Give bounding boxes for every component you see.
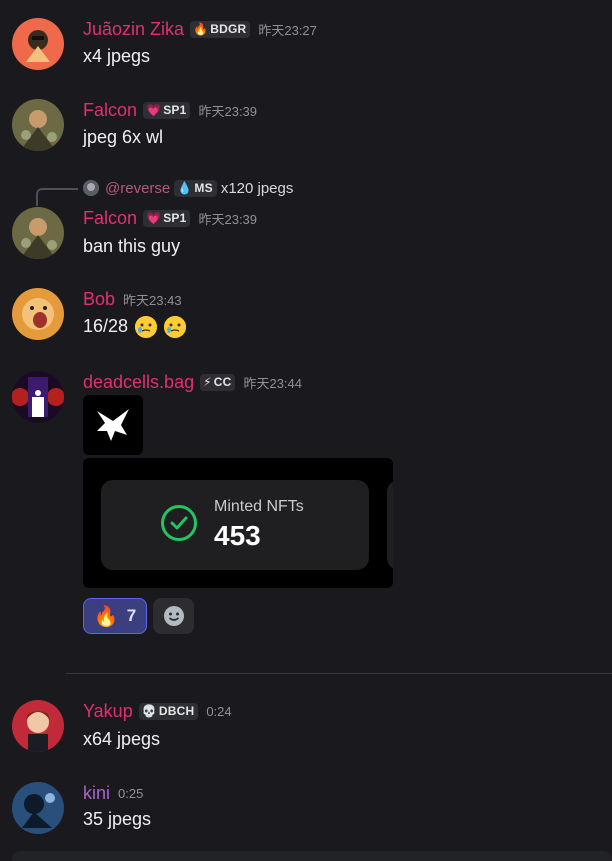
message-divider — [66, 673, 612, 674]
server-tag[interactable]: 💧 MS — [174, 179, 217, 197]
reply-username[interactable]: @reverse — [105, 180, 170, 197]
crying-face-emoji — [164, 316, 187, 339]
reply-text: x120 jpegs — [220, 179, 294, 197]
user-avatar[interactable] — [12, 782, 64, 834]
user-avatar[interactable] — [12, 18, 64, 70]
user-avatar[interactable] — [12, 99, 64, 151]
username[interactable]: Yakup — [83, 701, 133, 722]
username[interactable]: Juãozin Zika — [83, 19, 184, 40]
tag-icon: 💗 — [146, 211, 162, 225]
stat-card: Minted NFTs 453 — [101, 480, 369, 570]
message-text: jpeg 6x wl — [83, 127, 164, 147]
add-reaction-icon — [163, 606, 184, 626]
message-input-edge[interactable] — [12, 851, 612, 861]
username[interactable]: Falcon — [83, 208, 137, 229]
server-tag[interactable]: 💗 SP1 — [143, 101, 191, 119]
server-tag[interactable]: 💗 SP1 — [143, 209, 191, 227]
tag-icon: 💧 — [177, 181, 193, 195]
reply-connector — [36, 188, 78, 206]
tag-label: MS — [194, 181, 213, 195]
user-avatar[interactable] — [12, 371, 64, 423]
tag-label: SP1 — [163, 103, 187, 117]
user-avatar[interactable] — [12, 207, 64, 259]
username[interactable]: kini — [83, 783, 110, 804]
timestamp: 昨天23:39 — [198, 211, 258, 227]
stat-value: 453 — [214, 520, 261, 551]
user-avatar[interactable] — [12, 288, 64, 340]
user-avatar[interactable] — [12, 700, 64, 752]
reply-avatar — [83, 180, 99, 196]
message-text: 16/28 — [83, 316, 187, 339]
username[interactable]: Bob — [83, 289, 115, 310]
stat-card-partial — [387, 480, 393, 570]
reply-preview[interactable]: @reverse 💧 MS x120 jpegs — [83, 178, 293, 198]
timestamp: 0:25 — [118, 785, 144, 801]
timestamp: 0:24 — [206, 703, 232, 719]
server-tag[interactable]: 🔥 BDGR — [190, 20, 251, 38]
message-text: 35 jpegs — [83, 809, 152, 829]
reaction-count: 7 — [126, 606, 137, 625]
eagle-logo-image[interactable] — [83, 395, 143, 455]
timestamp: 昨天23:44 — [243, 375, 303, 391]
minted-nfts-image[interactable]: Minted NFTs 453 — [83, 458, 393, 588]
username[interactable]: Falcon — [83, 100, 137, 121]
eagle-icon — [97, 409, 129, 441]
tag-label: SP1 — [163, 211, 187, 225]
stat-label: Minted NFTs — [214, 498, 304, 515]
message-text: ban this guy — [83, 236, 181, 256]
tag-icon: 🔥 — [193, 22, 209, 36]
fire-icon: 🔥 — [93, 605, 119, 628]
tag-icon: 💀 — [141, 704, 157, 718]
server-tag[interactable]: 💀 DBCH — [138, 702, 199, 720]
tag-label: BDGR — [210, 22, 247, 36]
timestamp: 昨天23:27 — [258, 22, 317, 38]
timestamp: 昨天23:43 — [123, 292, 182, 308]
message-text: x4 jpegs — [83, 46, 151, 66]
add-reaction-button[interactable] — [153, 598, 194, 634]
tag-label: DBCH — [158, 704, 195, 718]
message-text: x64 jpegs — [83, 729, 161, 749]
fire-reaction-button[interactable]: 🔥 7 — [83, 598, 147, 634]
tag-icon: ⚡ — [203, 375, 212, 389]
message-text-value: 16/28 — [83, 316, 129, 336]
check-circle-icon — [161, 505, 197, 541]
username[interactable]: deadcells.bag — [83, 372, 194, 393]
crying-face-emoji — [135, 316, 158, 339]
timestamp: 昨天23:39 — [198, 103, 258, 119]
tag-icon: 💗 — [146, 103, 162, 117]
tag-label: CC — [213, 375, 232, 389]
server-tag[interactable]: ⚡ CC — [200, 373, 236, 391]
